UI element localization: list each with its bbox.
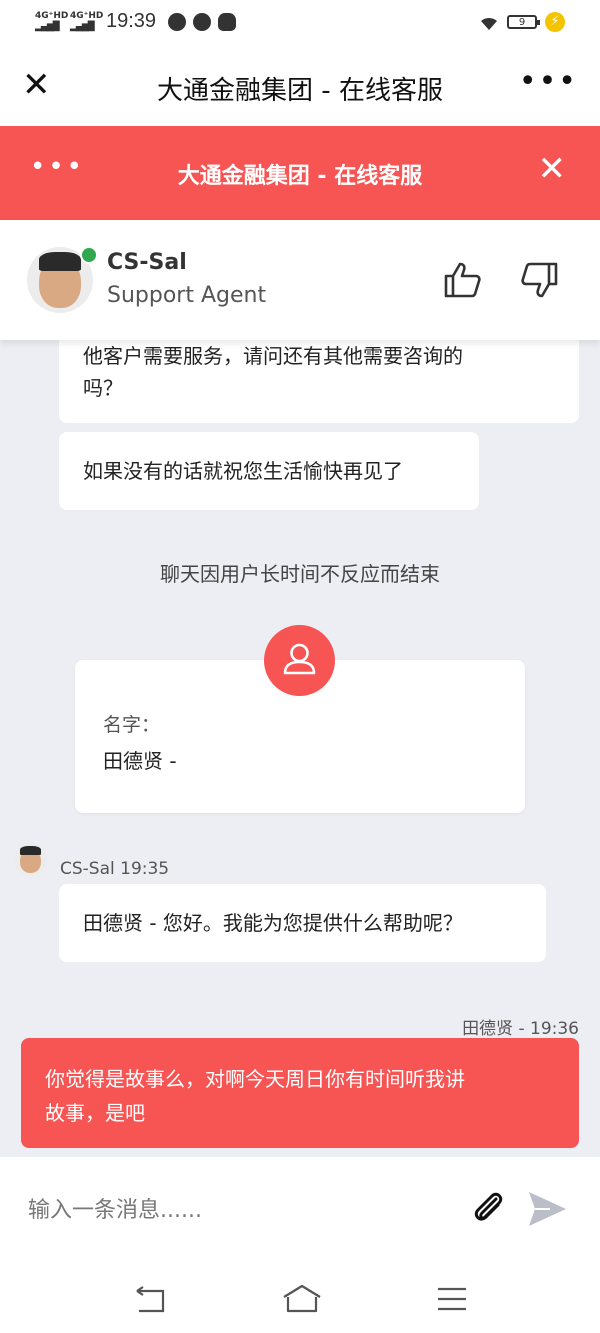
paperclip-icon[interactable] [470,1189,510,1229]
message-line: 他客户需要服务，请问还有其他需要咨询的 [83,344,463,368]
agent-message: 田德贤 - 您好。我能为您提供什么帮助呢？ [59,884,546,962]
message-text: 田德贤 - 您好。我能为您提供什么帮助呢？ [83,911,463,935]
signal-indicator-2: 4G⁺HD ▂▄▆█ [70,12,103,32]
online-status-dot [80,246,98,264]
signal-bars-icon: ▂▄▆█ [70,22,95,32]
name-label: 名字： [103,714,161,736]
system-message: 聊天因用户长时间不反应而结束 [160,562,440,586]
app-title: 大通金融集团 - 在线客服 [157,76,443,106]
signal-bars-icon: ▂▄▆█ [35,22,60,32]
agent-message: 如果没有的话就祝您生活愉快再见了 [59,432,479,510]
network-label-1: 4G⁺HD [35,11,69,21]
agent-name: CS-Sal [107,250,187,275]
app-bar: ✕ 大通金融集团 - 在线客服 ••• [0,46,600,126]
message-line: 你觉得是故事么，对啊今天周日你有时间听我讲 [45,1067,465,1091]
network-label-2: 4G⁺HD [70,11,104,21]
message-icon [193,13,211,31]
status-bar: 4G⁺HD ▂▄▆█ 4G⁺HD ▂▄▆█ 19:39 9 ⚡ [0,0,600,46]
agent-card: CS-Sal Support Agent [0,220,600,340]
chat-header-title: 大通金融集团 - 在线客服 [177,164,423,189]
lightning-icon: ⚡ [545,12,565,32]
home-icon[interactable] [282,1283,322,1315]
message-meta: CS-Sal 19:35 [60,859,170,879]
agent-role: Support Agent [107,283,267,308]
thumbs-up-icon[interactable] [442,260,482,300]
close-icon[interactable]: ✕ [538,152,567,186]
clock: 19:39 [106,10,157,32]
input-bar [0,1157,600,1265]
wifi-icon [481,17,497,30]
message-meta: 田德贤 - 19:36 [462,1019,579,1039]
battery-indicator: 9 [507,15,540,29]
message-input[interactable] [26,1187,450,1233]
more-icon[interactable]: ••• [519,64,578,99]
message-text: 如果没有的话就祝您生活愉快再见了 [83,459,403,483]
user-message: 你觉得是故事么，对啊今天周日你有时间听我讲 故事，是吧 [21,1038,579,1148]
chat-header: ••• 大通金融集团 - 在线客服 ✕ [0,126,600,220]
menu-icon[interactable] [435,1283,469,1315]
chat-area[interactable]: 他客户需要服务，请问还有其他需要咨询的 吗？ 如果没有的话就祝您生活愉快再见了 … [0,340,600,1157]
user-icon [264,625,335,696]
back-icon[interactable] [133,1283,167,1315]
thumbs-down-icon[interactable] [520,260,560,300]
message-line: 故事，是吧 [45,1101,145,1125]
send-icon[interactable] [526,1189,568,1229]
message-line: 吗？ [83,376,123,400]
agent-message: 他客户需要服务，请问还有其他需要咨询的 吗？ [59,340,579,423]
name-value: 田德贤 - [103,749,177,773]
wechat-icon [168,13,186,31]
avatar [14,843,47,876]
qq-icon [218,13,236,31]
system-nav-bar [0,1265,600,1333]
signal-indicator-1: 4G⁺HD ▂▄▆█ [35,12,68,32]
